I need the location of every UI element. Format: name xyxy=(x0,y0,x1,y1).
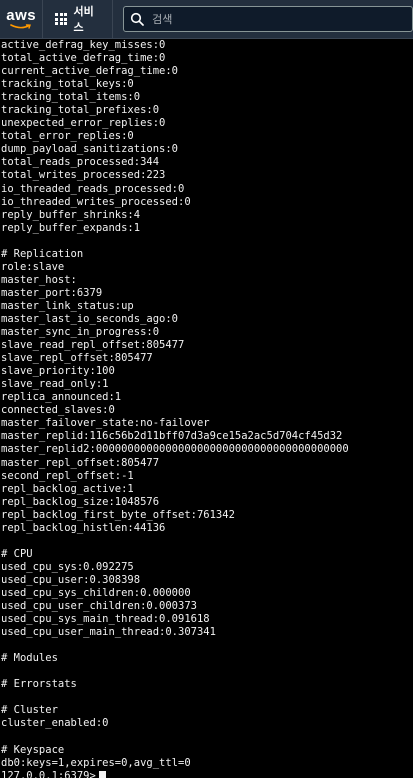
terminal-line: used_cpu_sys_main_thread:0.091618 xyxy=(1,613,210,626)
terminal-line: # CPU xyxy=(1,547,33,560)
terminal-line: repl_backlog_active:1 xyxy=(1,482,134,495)
terminal-line: connected_slaves:0 xyxy=(1,404,115,417)
terminal-line: second_repl_offset:-1 xyxy=(1,469,134,482)
terminal-line: io_threaded_writes_processed:0 xyxy=(1,195,191,208)
terminal-prompt: 127.0.0.1:6379> xyxy=(1,769,96,778)
grid-menu-icon xyxy=(55,13,68,25)
terminal-line: slave_repl_offset:805477 xyxy=(1,352,153,365)
terminal-line: reply_buffer_shrinks:4 xyxy=(1,208,141,221)
terminal-line: total_active_defrag_time:0 xyxy=(1,52,166,65)
terminal-line: master_sync_in_progress:0 xyxy=(1,326,160,339)
terminal-line: dump_payload_sanitizations:0 xyxy=(1,143,179,156)
aws-smile-icon xyxy=(10,23,32,29)
terminal-line: master_host: xyxy=(1,273,77,286)
terminal-line: current_active_defrag_time:0 xyxy=(1,65,179,78)
terminal-prompt-line[interactable]: 127.0.0.1:6379> xyxy=(1,770,413,778)
terminal-line: master_link_status:up xyxy=(1,299,134,312)
terminal-line: tracking_total_keys:0 xyxy=(1,78,134,91)
terminal-line: used_cpu_sys_children:0.000000 xyxy=(1,586,191,599)
terminal-line: total_error_replies:0 xyxy=(1,130,134,143)
terminal-line: # Keyspace xyxy=(1,743,65,756)
terminal-line: master_port:6379 xyxy=(1,286,103,299)
terminal-line: master_last_io_seconds_ago:0 xyxy=(1,312,179,325)
terminal-line: io_threaded_reads_processed:0 xyxy=(1,182,185,195)
terminal-line: master_failover_state:no-failover xyxy=(1,417,210,430)
terminal-line: db0:keys=1,expires=0,avg_ttl=0 xyxy=(1,756,191,769)
terminal-line: used_cpu_user_children:0.000373 xyxy=(1,600,197,613)
terminal-line: reply_buffer_expands:1 xyxy=(1,221,141,234)
terminal-line: repl_backlog_first_byte_offset:761342 xyxy=(1,508,235,521)
terminal-line: cluster_enabled:0 xyxy=(1,717,109,730)
terminal-line: total_reads_processed:344 xyxy=(1,156,160,169)
search-icon xyxy=(131,12,145,26)
terminal-output[interactable]: active_defrag_key_misses:0 total_active_d… xyxy=(0,39,413,778)
terminal-line: master_replid:116c56b2d11bff07d3a9ce15a2… xyxy=(1,430,343,443)
terminal-line: # Errorstats xyxy=(1,678,77,691)
terminal-lines: active_defrag_key_misses:0 total_active_d… xyxy=(1,39,413,770)
terminal-line: used_cpu_user_main_thread:0.307341 xyxy=(1,626,216,639)
terminal-line: repl_backlog_histlen:44136 xyxy=(1,521,166,534)
services-menu-button[interactable]: 서비스 xyxy=(42,0,114,39)
terminal-line: master_replid2:0000000000000000000000000… xyxy=(1,443,349,456)
terminal-line: repl_backlog_size:1048576 xyxy=(1,495,160,508)
terminal-line: tracking_total_items:0 xyxy=(1,91,141,104)
terminal-line: slave_read_only:1 xyxy=(1,378,109,391)
terminal-cursor xyxy=(98,770,106,778)
terminal-line: # Replication xyxy=(1,247,84,260)
services-label: 서비스 xyxy=(73,5,94,34)
terminal-line: master_repl_offset:805477 xyxy=(1,456,160,469)
terminal-line: replica_announced:1 xyxy=(1,391,122,404)
terminal-line: used_cpu_user:0.308398 xyxy=(1,573,141,586)
terminal-line: slave_priority:100 xyxy=(1,365,115,378)
terminal-line: tracking_total_prefixes:0 xyxy=(1,104,160,117)
search-box[interactable] xyxy=(123,6,413,32)
terminal-line: used_cpu_sys:0.092275 xyxy=(1,560,134,573)
terminal-line: # Cluster xyxy=(1,704,58,717)
terminal-line: unexpected_error_replies:0 xyxy=(1,117,166,130)
terminal-line: active_defrag_key_misses:0 xyxy=(1,39,166,51)
aws-logo[interactable]: aws xyxy=(0,0,42,39)
aws-console-header: aws 서비스 xyxy=(0,0,413,39)
search-input[interactable] xyxy=(152,12,393,26)
aws-logo-text: aws xyxy=(6,6,37,24)
terminal-line: slave_read_repl_offset:805477 xyxy=(1,339,185,352)
terminal-line: total_writes_processed:223 xyxy=(1,169,166,182)
terminal-line: role:slave xyxy=(1,260,65,273)
terminal-line: # Modules xyxy=(1,652,58,665)
